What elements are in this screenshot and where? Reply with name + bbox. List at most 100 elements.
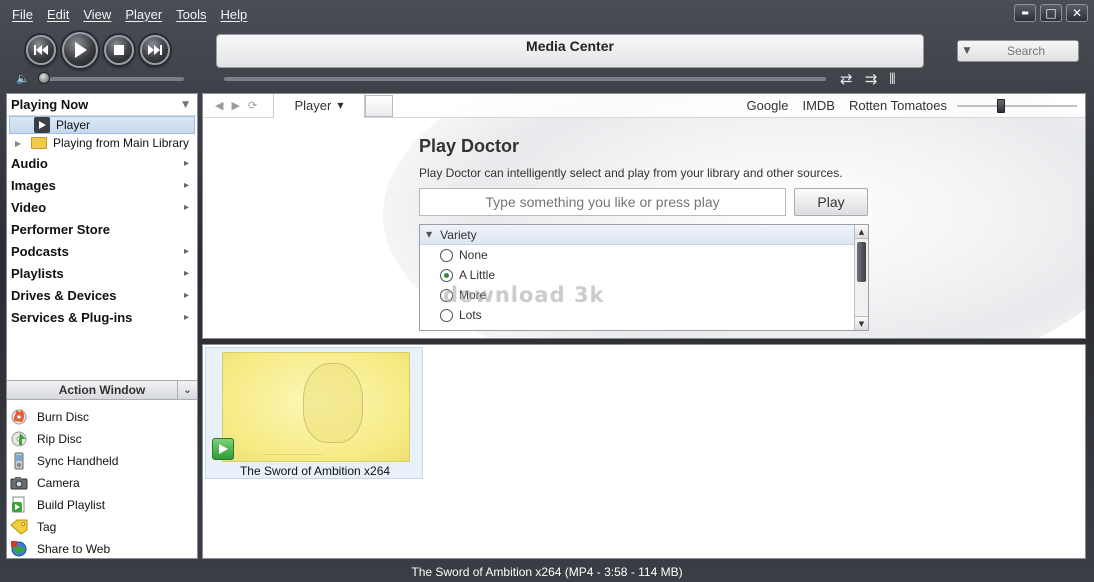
thumbnail-subtitle-graphic: ..................................... — [263, 451, 322, 457]
maximize-button[interactable]: □ — [1040, 4, 1062, 22]
link-google[interactable]: Google — [747, 98, 789, 113]
playing-now-label: Playing Now — [11, 97, 89, 112]
action-rip-disc[interactable]: Rip Disc — [7, 428, 197, 450]
tree-item-podcasts[interactable]: Podcasts ▸ — [7, 240, 197, 262]
scroll-thumb[interactable] — [857, 242, 866, 282]
repeat-icon[interactable]: ⇄ — [840, 70, 853, 88]
tree-item-drives-devices[interactable]: Drives & Devices ▸ — [7, 284, 197, 306]
folder-icon — [31, 137, 47, 149]
search-box: ▼ — [957, 40, 1079, 62]
tree-item-playlists[interactable]: Playlists ▸ — [7, 262, 197, 284]
tag-icon — [9, 518, 29, 536]
variety-group-header[interactable]: ▼ Variety — [420, 225, 854, 245]
playing-from-library-label: Playing from Main Library — [53, 136, 190, 150]
tree-item-video[interactable]: Video ▸ — [7, 196, 197, 218]
watermark: download 3k — [443, 283, 605, 307]
menu-bar: File Edit View Player Tools Help ▬ □ ✕ — [0, 0, 1094, 28]
tree-item-images[interactable]: Images ▸ — [7, 174, 197, 196]
menu-help[interactable]: Help — [219, 5, 250, 24]
tree-item-playing-now[interactable]: Playing Now ▼ — [7, 94, 197, 116]
tree-item-performer-store[interactable]: Performer Store — [7, 218, 197, 240]
playlist-icon — [9, 496, 29, 514]
camera-icon — [9, 474, 29, 492]
search-dropdown-icon[interactable]: ▼ — [958, 46, 976, 56]
action-sync-handheld[interactable]: Sync Handheld — [7, 450, 197, 472]
action-label: Burn Disc — [37, 410, 90, 424]
action-tag[interactable]: Tag — [7, 516, 197, 538]
action-burn-disc[interactable]: Burn Disc — [7, 406, 197, 428]
expand-arrow-icon[interactable]: ▶ — [15, 139, 31, 148]
search-input[interactable] — [976, 44, 1076, 58]
globe-icon — [9, 540, 29, 558]
link-rotten-tomatoes[interactable]: Rotten Tomatoes — [849, 98, 947, 113]
chevron-right-icon: ▸ — [183, 289, 189, 301]
file-thumbnail-pane: ..................................... Th… — [202, 344, 1086, 559]
variety-option-a-little[interactable]: A Little — [420, 265, 868, 285]
tab-player[interactable]: Player ▼ — [273, 94, 365, 118]
radio-button[interactable] — [440, 308, 453, 322]
menu-file[interactable]: File — [10, 5, 35, 24]
play-doctor-play-button[interactable]: Play — [794, 188, 868, 216]
play-button[interactable] — [62, 32, 98, 68]
previous-icon — [34, 45, 48, 55]
action-build-playlist[interactable]: Build Playlist — [7, 494, 197, 516]
next-button[interactable] — [140, 35, 170, 65]
tree-item-playing-from-library[interactable]: ▶ Playing from Main Library — [7, 134, 197, 152]
collapse-triangle-icon: ▼ — [426, 230, 433, 239]
variety-label: Variety — [440, 227, 477, 242]
close-button[interactable]: ✕ — [1066, 4, 1088, 22]
play-icon — [75, 42, 87, 58]
minimize-button[interactable]: ▬ — [1014, 4, 1036, 22]
video-thumbnail-card[interactable]: ..................................... Th… — [205, 347, 423, 479]
action-window-collapse-button[interactable]: ⌄ — [177, 381, 197, 399]
variety-option-none[interactable]: None — [420, 245, 868, 265]
action-label: Share to Web — [37, 542, 111, 556]
option-label: Lots — [459, 308, 482, 322]
tree-item-player[interactable]: Player — [9, 116, 195, 134]
zoom-knob[interactable] — [997, 99, 1005, 113]
category-label: Performer Store — [11, 221, 110, 237]
menu-view[interactable]: View — [81, 5, 113, 24]
action-share-to-web[interactable]: Share to Web — [7, 538, 197, 560]
menu-tools[interactable]: Tools — [174, 5, 208, 24]
player-label: Player — [56, 118, 91, 132]
scroll-up-icon[interactable]: ▲ — [855, 225, 868, 239]
shuffle-icon[interactable]: ⇉ — [865, 70, 878, 88]
radio-button-selected[interactable] — [440, 268, 453, 282]
view-toolbar: ◀ ▶ ⟳ Player ▼ Google IMDB Rotten Tomato… — [203, 94, 1085, 118]
tab-new[interactable] — [365, 94, 393, 117]
category-label: Drives & Devices — [11, 287, 117, 303]
category-label: Audio — [11, 155, 48, 171]
previous-button[interactable] — [26, 35, 56, 65]
seek-bar[interactable] — [224, 77, 826, 81]
status-text: The Sword of Ambition x264 (MP4 - 3:58 -… — [411, 564, 683, 579]
back-arrow-icon[interactable]: ◀ — [215, 99, 223, 112]
tree-item-services-plugins[interactable]: Services & Plug-ins ▸ — [7, 306, 197, 328]
menu-player[interactable]: Player — [123, 5, 164, 24]
video-thumbnail-image: ..................................... — [222, 352, 410, 462]
handheld-icon — [9, 452, 29, 470]
action-label: Sync Handheld — [37, 454, 119, 468]
equalizer-icon[interactable]: ⦀ — [889, 70, 896, 88]
window-controls: ▬ □ ✕ — [1014, 4, 1088, 22]
forward-arrow-icon[interactable]: ▶ — [231, 99, 239, 112]
radio-button[interactable] — [440, 248, 453, 262]
refresh-icon[interactable]: ⟳ — [248, 99, 257, 112]
link-imdb[interactable]: IMDB — [802, 98, 835, 113]
menu-edit[interactable]: Edit — [45, 5, 71, 24]
play-doctor-input[interactable] — [419, 188, 786, 216]
chevron-down-icon: ▼ — [182, 99, 189, 110]
zoom-slider[interactable] — [957, 99, 1077, 113]
variety-option-lots[interactable]: Lots — [420, 305, 868, 325]
volume-slider[interactable] — [37, 71, 184, 84]
volume-knob[interactable] — [37, 71, 50, 84]
maximize-icon: □ — [1045, 6, 1057, 20]
action-window-title: Action Window — [58, 383, 146, 397]
scroll-down-icon[interactable]: ▼ — [855, 316, 868, 330]
stop-button[interactable] — [104, 35, 134, 65]
variety-scrollbar[interactable]: ▲ ▼ — [854, 225, 868, 330]
tree-item-audio[interactable]: Audio ▸ — [7, 152, 197, 174]
thumbnail-title: The Sword of Ambition x264 — [239, 464, 391, 478]
action-camera[interactable]: Camera — [7, 472, 197, 494]
thumbnail-play-icon[interactable] — [212, 438, 234, 460]
